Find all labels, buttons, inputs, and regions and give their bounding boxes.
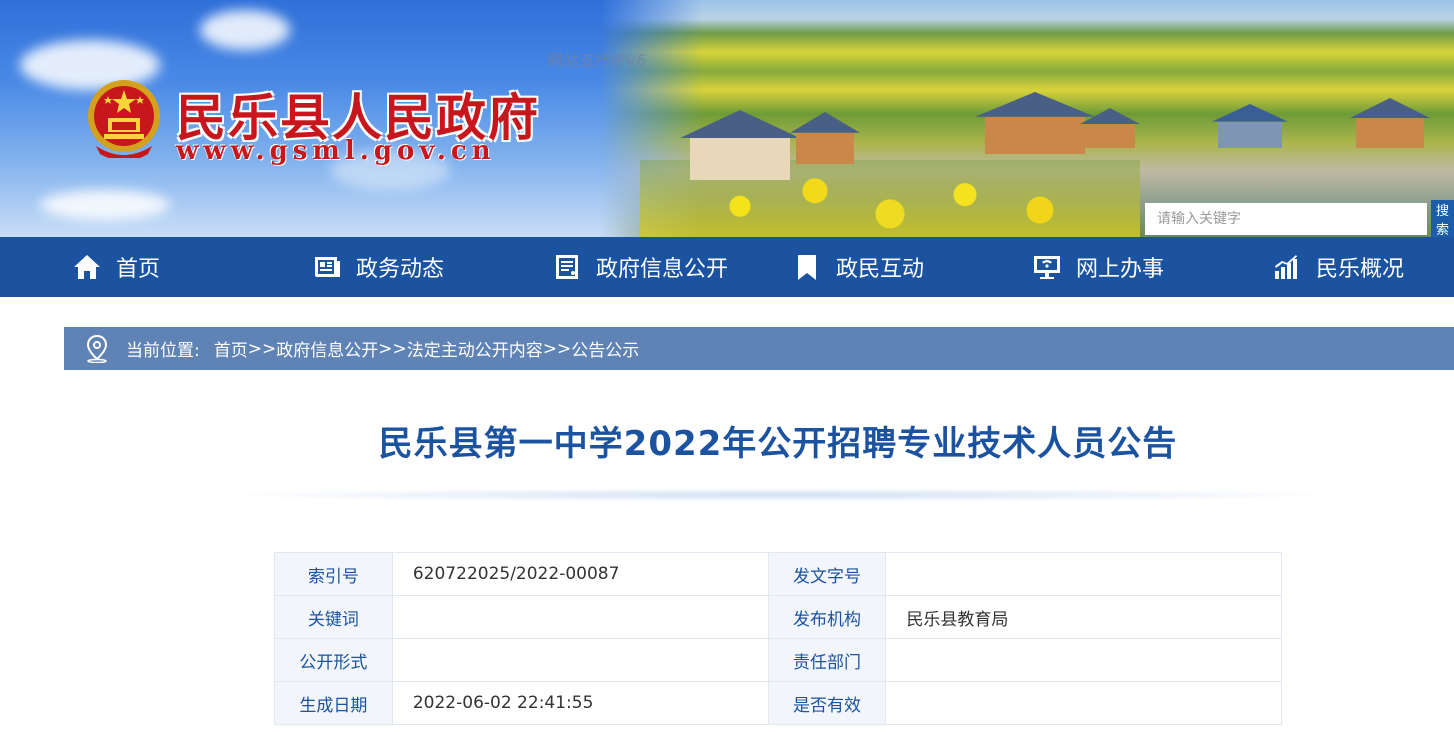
breadcrumb-link-announcements[interactable]: 公告公示 [571, 336, 639, 361]
newspaper-icon [315, 257, 340, 277]
location-pin-icon [86, 334, 108, 363]
bookmark-icon [798, 255, 816, 280]
nav-item-overview[interactable]: 民乐概况 [1272, 237, 1404, 297]
meta-value [885, 638, 1282, 682]
search-button[interactable]: 搜索 [1431, 200, 1454, 237]
title-divider [210, 488, 1350, 502]
meta-key: 发文字号 [767, 552, 887, 596]
table-row: 生成日期 2022-06-02 22:41:55 是否有效 [274, 681, 1282, 725]
house-decoration [975, 92, 1095, 154]
meta-key: 发布机构 [767, 595, 887, 639]
article-title: 民乐县第一中学2022年公开招聘专业技术人员公告 [378, 424, 1178, 464]
house-decoration [790, 112, 860, 164]
document-meta-table: 索引号 620722025/2022-00087 发文字号 关键词 发布机构 民… [274, 552, 1282, 725]
meta-value [391, 595, 769, 639]
house-decoration [680, 110, 800, 180]
breadcrumb-label: 当前位置: [126, 341, 200, 361]
table-row: 索引号 620722025/2022-00087 发文字号 [274, 552, 1282, 596]
home-icon [74, 255, 100, 279]
nav-label: 政务动态 [356, 257, 445, 282]
main-nav: 首页 政务动态 政府信息公开 政民互动 网上办事 民乐概况 [0, 237, 1454, 297]
site-url: www.gsml.gov.cn [176, 136, 496, 166]
meta-value: 民乐县教育局 [885, 595, 1282, 639]
monitor-icon [1034, 256, 1060, 279]
nav-item-online-services[interactable]: 网上办事 [1032, 237, 1164, 297]
nav-item-interaction[interactable]: 政民互动 [792, 237, 924, 297]
house-decoration [1212, 104, 1288, 148]
search-input[interactable] [1145, 203, 1427, 235]
nav-label: 网上办事 [1076, 257, 1165, 282]
meta-value [885, 552, 1282, 596]
house-decoration [1350, 98, 1430, 148]
nav-label: 首页 [116, 257, 161, 282]
document-list-icon [556, 255, 578, 279]
breadcrumb-link-home[interactable]: 首页 [214, 336, 248, 361]
bar-chart-icon [1275, 255, 1297, 279]
house-decoration [1080, 108, 1140, 148]
nav-label: 政民互动 [836, 257, 925, 282]
breadcrumb: 当前位置: 首页 >> 政府信息公开 >> 法定主动公开内容 >> 公告公示 [64, 327, 1454, 370]
breadcrumb-separator: >> [378, 338, 407, 359]
nav-item-news[interactable]: 政务动态 [312, 237, 444, 297]
header-banner: 网站支持IPV6 民乐县人民政府 www.gsml.gov.cn 搜索 [0, 0, 1454, 237]
meta-value: 620722025/2022-00087 [391, 552, 769, 596]
table-row: 关键词 发布机构 民乐县教育局 [274, 595, 1282, 639]
breadcrumb-separator: >> [542, 338, 572, 359]
cloud-decoration [40, 190, 170, 220]
ipv6-note: 网站支持IPV6 [547, 51, 647, 70]
breadcrumb-separator: >> [247, 338, 277, 359]
meta-value [885, 681, 1282, 725]
table-row: 公开形式 责任部门 [274, 638, 1282, 682]
nav-item-gov-info[interactable]: 政府信息公开 [552, 237, 728, 297]
meta-key: 生成日期 [274, 681, 393, 725]
meta-key: 索引号 [274, 552, 393, 596]
nav-label: 民乐概况 [1316, 257, 1405, 282]
meta-value: 2022-06-02 22:41:55 [391, 681, 769, 725]
nav-item-home[interactable]: 首页 [72, 237, 160, 297]
meta-key: 是否有效 [767, 681, 887, 725]
national-emblem-icon [88, 80, 160, 158]
meta-key: 公开形式 [274, 638, 393, 682]
meta-value [391, 638, 769, 682]
meta-key: 责任部门 [767, 638, 887, 682]
breadcrumb-link-gov-info[interactable]: 政府信息公开 [276, 336, 378, 361]
nav-label: 政府信息公开 [596, 257, 729, 282]
meta-key: 关键词 [274, 595, 393, 639]
breadcrumb-link-statutory[interactable]: 法定主动公开内容 [407, 336, 543, 361]
cloud-decoration [200, 10, 290, 50]
